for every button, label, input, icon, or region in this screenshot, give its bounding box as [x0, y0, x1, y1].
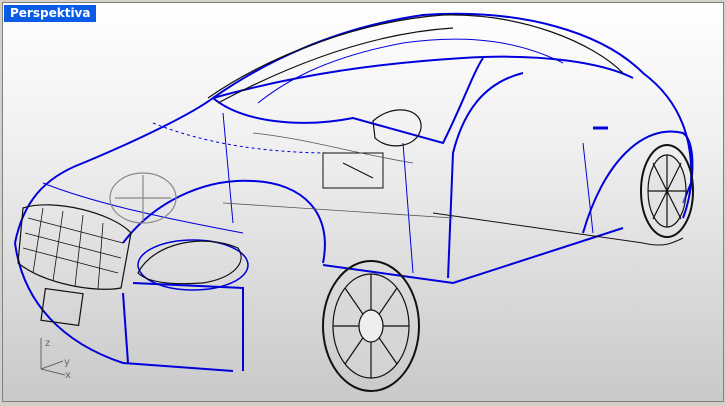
front-left-wheel — [109, 172, 177, 224]
grille — [17, 204, 132, 290]
perspective-viewport[interactable]: z y x Perspektiva — [2, 2, 724, 402]
steering-wheel — [372, 109, 422, 147]
roof-line — [212, 55, 634, 99]
axis-y-line — [40, 360, 64, 370]
axis-x-label: x — [65, 370, 71, 381]
door-line — [447, 72, 524, 279]
front-right-wheel — [322, 260, 420, 392]
license-plate — [40, 287, 84, 327]
axis-x-line — [40, 368, 66, 376]
axis-y-label: y — [64, 357, 70, 368]
car-wireframe-model[interactable]: z y x — [3, 3, 723, 401]
axis-z-label: z — [45, 338, 50, 349]
viewport-title-tab[interactable]: Perspektiva — [4, 5, 97, 22]
rear-right-wheel — [640, 144, 694, 238]
axis-indicator: z y x — [40, 338, 71, 381]
lower-line — [122, 282, 244, 371]
